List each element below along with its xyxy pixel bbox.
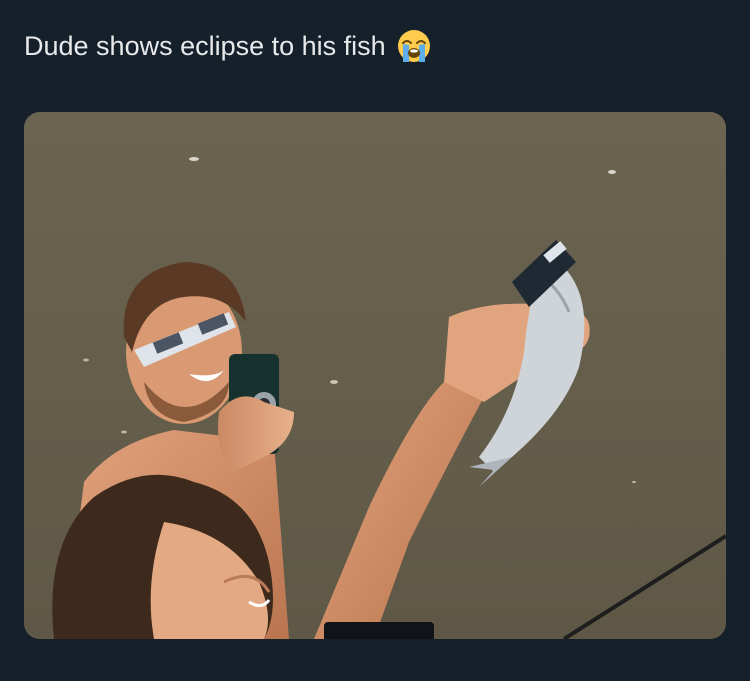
loudly-crying-face-emoji-icon <box>396 28 432 64</box>
tweet-text-row: Dude shows eclipse to his fish <box>24 26 432 66</box>
eclipse-fish-photo <box>24 112 726 639</box>
tweet-text: Dude shows eclipse to his fish <box>24 31 386 61</box>
tweet-photo[interactable] <box>24 112 726 639</box>
